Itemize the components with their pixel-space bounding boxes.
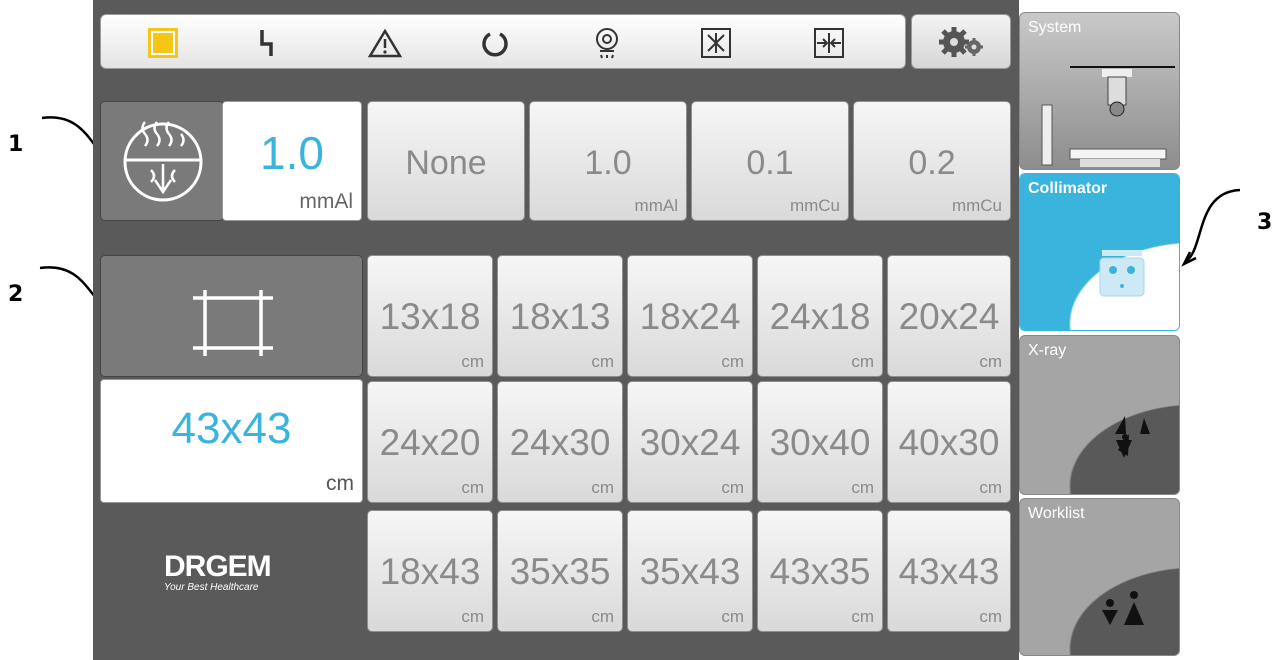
field-size-unit: cm — [721, 352, 744, 371]
field-size-unit: cm — [591, 478, 614, 497]
field-size-value: 35x43 — [639, 551, 741, 592]
filter-option-unit: mmAl — [634, 196, 678, 215]
stop-square-icon[interactable] — [143, 27, 183, 59]
field-size-button[interactable]: 35x35 cm — [497, 510, 623, 632]
logo-name: DRGEM — [164, 550, 272, 583]
field-size-unit: cm — [461, 478, 484, 497]
radiation-icon — [1115, 416, 1150, 458]
field-size-button[interactable]: 20x24 cm — [887, 255, 1011, 377]
crop-frame-icon — [193, 290, 273, 356]
field-size-button[interactable]: 43x43 cm — [887, 510, 1011, 632]
field-size-button[interactable]: 18x24 cm — [627, 255, 753, 377]
field-size-unit: cm — [979, 607, 1002, 626]
field-size-value: 24x30 — [509, 422, 611, 463]
field-size-button[interactable]: 24x30 cm — [497, 381, 623, 503]
field-size-unit: cm — [851, 352, 874, 371]
filter-option-unit: mmCu — [951, 196, 1002, 215]
field-size-unit: cm — [979, 352, 1002, 371]
filter-option-button[interactable]: 0.1 mmCu — [691, 101, 849, 221]
field-size-button[interactable]: 35x43 cm — [627, 510, 753, 632]
tab-system[interactable]: System — [1019, 12, 1180, 170]
field-size-value: 13x18 — [379, 296, 481, 337]
tab-worklist[interactable]: Worklist — [1019, 498, 1180, 656]
field-size-button[interactable]: 30x24 cm — [627, 381, 753, 503]
field-size-unit: cm — [721, 478, 744, 497]
filter-icon — [123, 121, 203, 202]
rotation-icon[interactable] — [475, 27, 515, 59]
field-size-button[interactable]: 13x18 cm — [367, 255, 493, 377]
field-size-value: 30x24 — [639, 422, 741, 463]
filter-option-unit: mmCu — [789, 196, 840, 215]
field-size-value: 18x24 — [639, 296, 741, 337]
field-size-unit: cm — [461, 352, 484, 371]
filter-option-button[interactable]: 1.0 mmAl — [529, 101, 687, 221]
warning-icon[interactable] — [365, 27, 405, 59]
field-size-button[interactable]: 18x43 cm — [367, 510, 493, 632]
field-size-value: 40x30 — [898, 422, 1000, 463]
field-size-button[interactable]: 18x13 cm — [497, 255, 623, 377]
filter-option-value: 0.2 — [908, 144, 956, 182]
field-size-icon-tile — [100, 255, 363, 377]
current-filter-unit: mmAl — [299, 190, 353, 213]
field-size-value: 20x24 — [898, 296, 1000, 337]
settings-button[interactable] — [911, 14, 1011, 69]
gears-icon — [939, 26, 983, 57]
field-size-value: 30x40 — [769, 422, 871, 463]
field-size-unit: cm — [591, 352, 614, 371]
current-field-size-unit: cm — [326, 472, 354, 495]
field-size-button[interactable]: 30x40 cm — [757, 381, 883, 503]
lamp-icon[interactable] — [587, 27, 627, 59]
filter-option-value: 0.1 — [746, 144, 794, 182]
field-size-button[interactable]: 40x30 cm — [887, 381, 1011, 503]
worklist-icon — [1102, 591, 1144, 625]
field-size-value: 18x43 — [379, 551, 481, 592]
filter-option-value: 1.0 — [584, 144, 632, 182]
filter-option-button[interactable]: 0.2 mmCu — [853, 101, 1011, 221]
field-size-button[interactable]: 43x35 cm — [757, 510, 883, 632]
field-size-unit: cm — [461, 607, 484, 626]
field-size-unit: cm — [979, 478, 1002, 497]
current-filter-value: 1.0 — [260, 127, 324, 179]
drgem-logo: DRGEM Your Best Healthcare — [164, 550, 272, 594]
field-size-value: 43x35 — [769, 551, 871, 592]
status-toolbar — [100, 14, 906, 69]
logo-tagline: Your Best Healthcare — [164, 582, 259, 593]
filter-icon-tile — [100, 101, 224, 221]
tab-x-ray[interactable]: X-ray — [1019, 335, 1180, 495]
collimator-icon — [1099, 250, 1145, 297]
filter-option-value: None — [405, 144, 487, 182]
filter-option-button[interactable]: None — [367, 101, 525, 221]
field-size-unit: cm — [851, 478, 874, 497]
field-size-value: 24x18 — [769, 296, 871, 337]
collapse-l-icon[interactable] — [809, 27, 849, 59]
field-size-button[interactable]: 24x20 cm — [367, 381, 493, 503]
current-field-size-value: 43x43 — [171, 404, 292, 453]
field-size-unit: cm — [591, 607, 614, 626]
field-size-value: 18x13 — [509, 296, 611, 337]
field-size-value: 43x43 — [898, 551, 1000, 592]
current-field-size-display: 43x43 cm — [100, 379, 363, 503]
current-filter-display: 1.0 mmAl — [222, 101, 362, 221]
lightning-icon[interactable] — [247, 27, 287, 59]
system-icon — [1041, 66, 1175, 167]
field-size-unit: cm — [721, 607, 744, 626]
field-size-value: 24x20 — [379, 422, 481, 463]
field-size-value: 35x35 — [509, 551, 611, 592]
field-size-button[interactable]: 24x18 cm — [757, 255, 883, 377]
collapse-t-icon[interactable] — [696, 27, 736, 59]
field-size-unit: cm — [851, 607, 874, 626]
tab-collimator[interactable]: Collimator — [1019, 173, 1180, 331]
